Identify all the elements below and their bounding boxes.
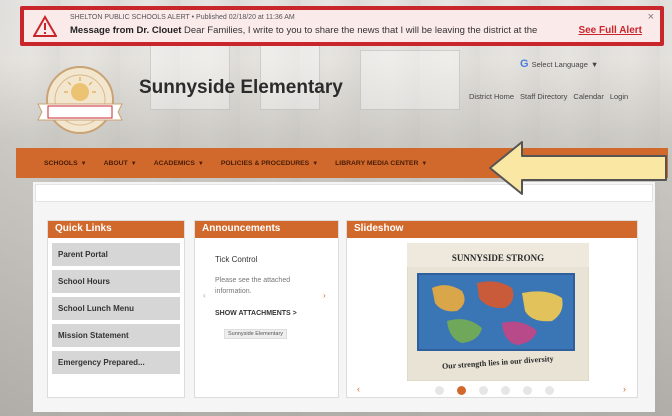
staff-directory-link[interactable]: Staff Directory <box>520 92 567 101</box>
close-icon[interactable]: × <box>648 11 654 23</box>
quick-link-emergency-prepared[interactable]: Emergency Prepared... <box>52 351 180 374</box>
slideshow-dot[interactable] <box>522 385 532 395</box>
quick-links-panel: Quick Links Parent Portal School Hours S… <box>47 220 185 398</box>
quick-links-list: Parent Portal School Hours School Lunch … <box>48 243 184 374</box>
caret-down-icon: ▼ <box>421 160 428 167</box>
background-window <box>150 40 230 110</box>
background-window <box>360 50 460 110</box>
alert-meta: SHELTON PUBLIC SCHOOLS ALERT • Published… <box>70 14 295 21</box>
see-full-alert-link[interactable]: See Full Alert <box>578 25 642 36</box>
announcement-title[interactable]: Tick Control <box>215 255 257 264</box>
slideshow-image[interactable]: SUNNYSIDE STRONG Our strength lies in ou… <box>407 243 589 381</box>
chevron-left-icon[interactable]: ‹ <box>203 291 206 300</box>
slideshow-dot-active[interactable] <box>456 385 466 395</box>
alert-message: Message from Dr. Clouet Dear Families, I… <box>70 25 540 36</box>
announcement-body: Please see the attached information. <box>215 277 291 295</box>
quick-link-school-hours[interactable]: School Hours <box>52 270 180 293</box>
caret-down-icon: ▼ <box>312 160 319 167</box>
slideshow-dot[interactable] <box>544 385 554 395</box>
alert-banner: SHELTON PUBLIC SCHOOLS ALERT • Published… <box>20 6 664 46</box>
nav-item-label: ACADEMICS <box>153 159 195 167</box>
slideshow-dot[interactable] <box>478 385 488 395</box>
chevron-right-icon[interactable]: › <box>623 384 626 394</box>
caret-down-icon: ▼ <box>197 160 204 167</box>
login-link[interactable]: Login <box>610 92 628 101</box>
nav-item-policies[interactable]: POLICIES & PROCEDURES ▼ <box>221 160 318 167</box>
announcement-tag: Sunnyside Elementary <box>224 329 288 339</box>
quick-link-parent-portal[interactable]: Parent Portal <box>52 243 180 266</box>
nav-item-label: SCHOOLS <box>44 159 78 167</box>
calendar-link[interactable]: Calendar <box>573 92 603 101</box>
nav-item-schools[interactable]: SCHOOLS ▼ <box>44 160 87 167</box>
slideshow-title: Slideshow <box>347 221 637 238</box>
announcements-panel: Announcements Tick Control Please see th… <box>194 220 339 398</box>
alert-text: Dear Families, I write to you to share t… <box>184 25 540 36</box>
quick-link-mission-statement[interactable]: Mission Statement <box>52 324 180 347</box>
nav-item-label: LIBRARY MEDIA CENTER <box>335 159 419 167</box>
slide-text-top: SUNNYSIDE STRONG <box>452 253 544 263</box>
slideshow-dots <box>351 383 637 397</box>
district-home-link[interactable]: District Home <box>469 92 514 101</box>
slideshow-dot[interactable] <box>434 385 444 395</box>
nav-item-about[interactable]: ABOUT ▼ <box>104 160 137 167</box>
quick-link-school-lunch-menu[interactable]: School Lunch Menu <box>52 297 180 320</box>
slideshow-panel: Slideshow SUNNYSIDE STRONG Our strength … <box>346 220 638 398</box>
slideshow-dot[interactable] <box>500 385 510 395</box>
school-name[interactable]: Sunnyside Elementary <box>139 77 343 99</box>
announcements-title: Announcements <box>195 221 338 238</box>
quick-links-title: Quick Links <box>48 221 184 238</box>
top-links: District Home Staff Directory Calendar L… <box>469 92 628 101</box>
nav-item-academics[interactable]: ACADEMICS ▼ <box>154 160 204 167</box>
language-selector[interactable]: G Select Language ▼ <box>520 58 598 70</box>
nav-item-label: POLICIES & PROCEDURES <box>220 159 310 167</box>
chevron-right-icon[interactable]: › <box>323 291 326 300</box>
caret-down-icon: ▼ <box>80 160 87 167</box>
nav-item-label: ABOUT <box>103 159 128 167</box>
school-logo[interactable] <box>28 62 132 142</box>
warning-icon <box>33 15 57 37</box>
caret-down-icon: ▼ <box>130 160 137 167</box>
nav-item-library-media-center[interactable]: LIBRARY MEDIA CENTER ▼ <box>335 160 427 167</box>
google-icon: G <box>520 58 529 70</box>
select-language-label: Select Language <box>531 59 588 69</box>
background-window <box>260 40 320 110</box>
show-attachments-link[interactable]: SHOW ATTACHMENTS > <box>215 310 297 317</box>
alert-title: Message from Dr. Clouet <box>70 25 182 36</box>
pointer-arrow-icon <box>489 141 667 195</box>
chevron-down-icon: ▼ <box>590 59 599 69</box>
